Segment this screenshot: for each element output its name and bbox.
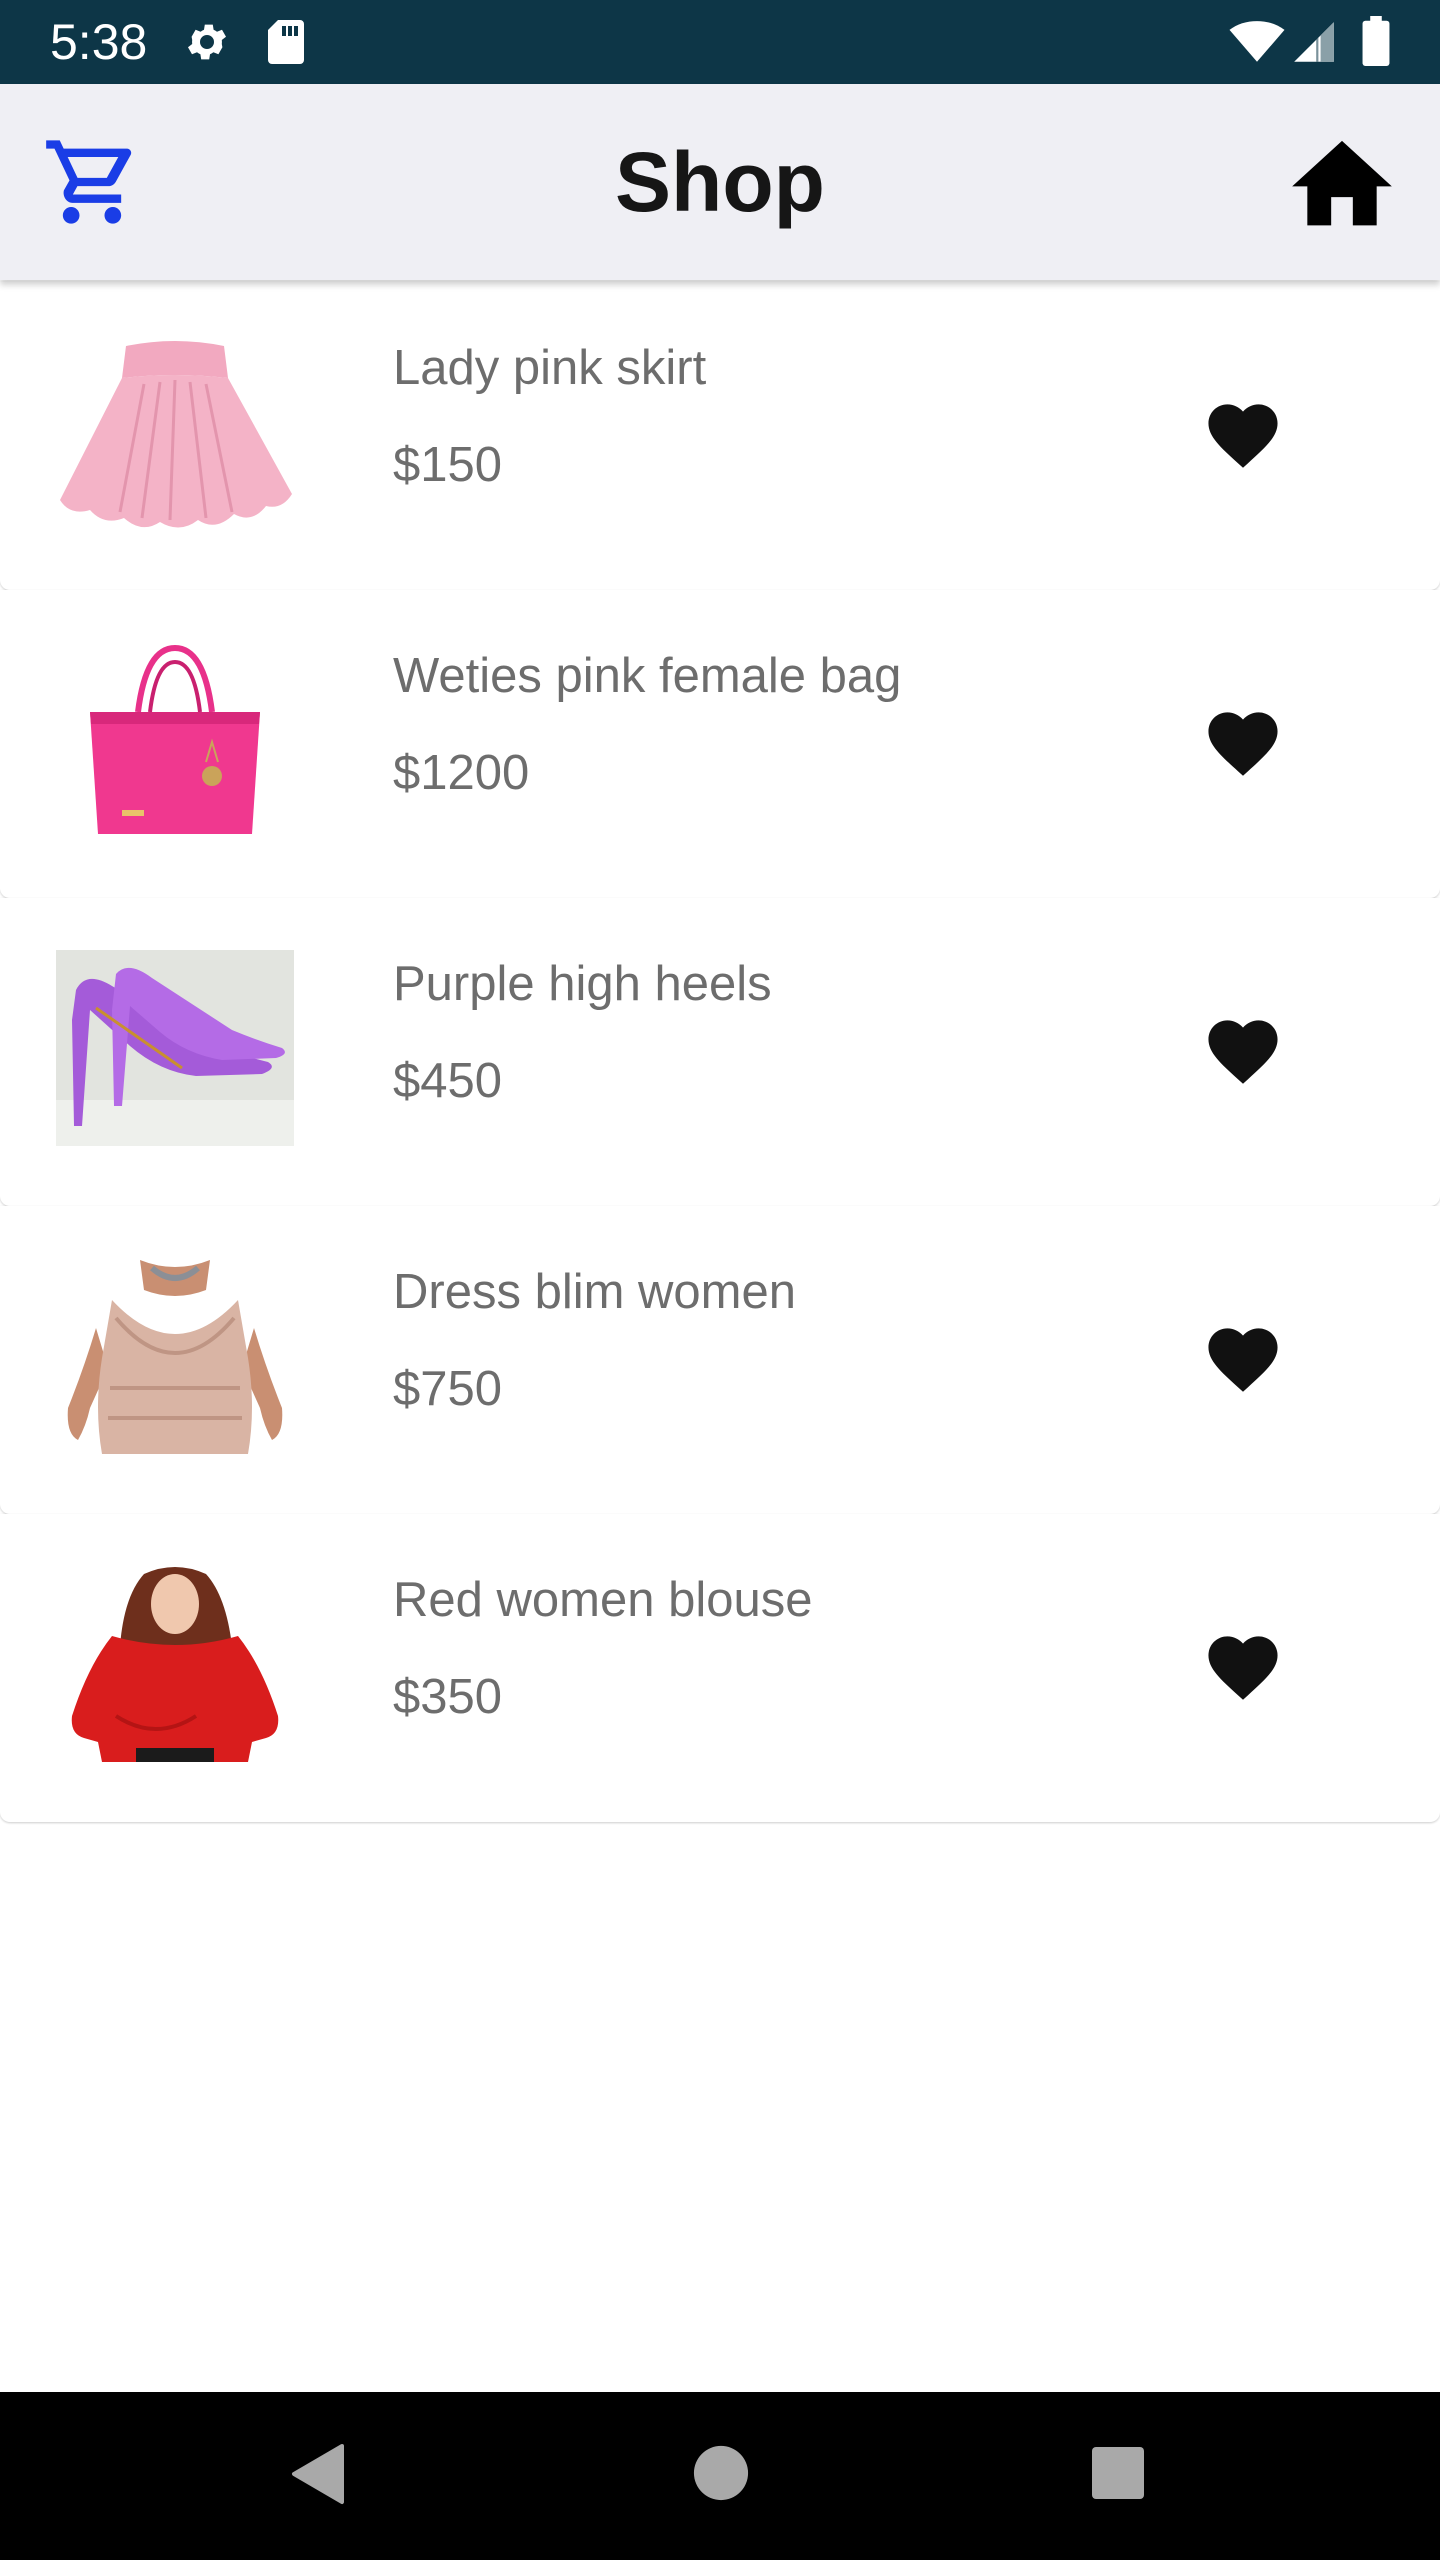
product-image-sequin-dress	[67, 1260, 283, 1454]
product-image-pink-skirt	[60, 341, 292, 528]
battery-icon	[1362, 16, 1390, 66]
product-name: Dress blim women	[393, 1265, 796, 1319]
home-icon[interactable]	[1290, 134, 1394, 230]
system-nav-bar	[0, 2392, 1440, 2560]
status-bar: 5:38	[0, 0, 1440, 84]
sd-card-icon	[268, 20, 304, 64]
product-price: $750	[393, 1362, 503, 1416]
home-circle-icon[interactable]	[692, 2444, 750, 2502]
product-name: Weties pink female bag	[393, 649, 902, 703]
recents-icon[interactable]	[1090, 2445, 1146, 2501]
product-card[interactable]: Red women blouse $350	[0, 1514, 1440, 1822]
cell-signal-icon	[1294, 22, 1334, 62]
product-price: $350	[393, 1670, 503, 1724]
product-price: $450	[393, 1054, 503, 1108]
wifi-icon	[1229, 21, 1285, 62]
product-name: Red women blouse	[393, 1573, 813, 1627]
heart-icon[interactable]	[1200, 1010, 1286, 1086]
product-image-pink-bag	[90, 644, 260, 834]
heart-icon[interactable]	[1200, 702, 1286, 778]
product-image-purple-heels	[56, 950, 294, 1146]
product-card[interactable]: Dress blim women $750	[0, 1206, 1440, 1514]
back-icon[interactable]	[290, 2442, 346, 2506]
product-price: $1200	[393, 746, 530, 800]
product-name: Purple high heels	[393, 957, 772, 1011]
app-bar: Shop	[0, 84, 1440, 280]
settings-icon	[188, 24, 226, 60]
product-card[interactable]: Weties pink female bag $1200	[0, 590, 1440, 898]
shop-screen: 5:38 Shop Lady pink skirt $150 Weties pi…	[0, 0, 1440, 2560]
product-image-red-blouse	[71, 1567, 279, 1762]
page-title: Shop	[615, 135, 825, 229]
product-card[interactable]: Purple high heels $450	[0, 898, 1440, 1206]
heart-icon[interactable]	[1200, 1626, 1286, 1702]
product-card[interactable]: Lady pink skirt $150	[0, 282, 1440, 590]
product-name: Lady pink skirt	[393, 341, 707, 395]
status-time: 5:38	[50, 14, 148, 70]
product-list: Lady pink skirt $150 Weties pink female …	[0, 282, 1440, 1822]
heart-icon[interactable]	[1200, 1318, 1286, 1394]
product-price: $150	[393, 438, 503, 492]
heart-icon[interactable]	[1200, 394, 1286, 470]
